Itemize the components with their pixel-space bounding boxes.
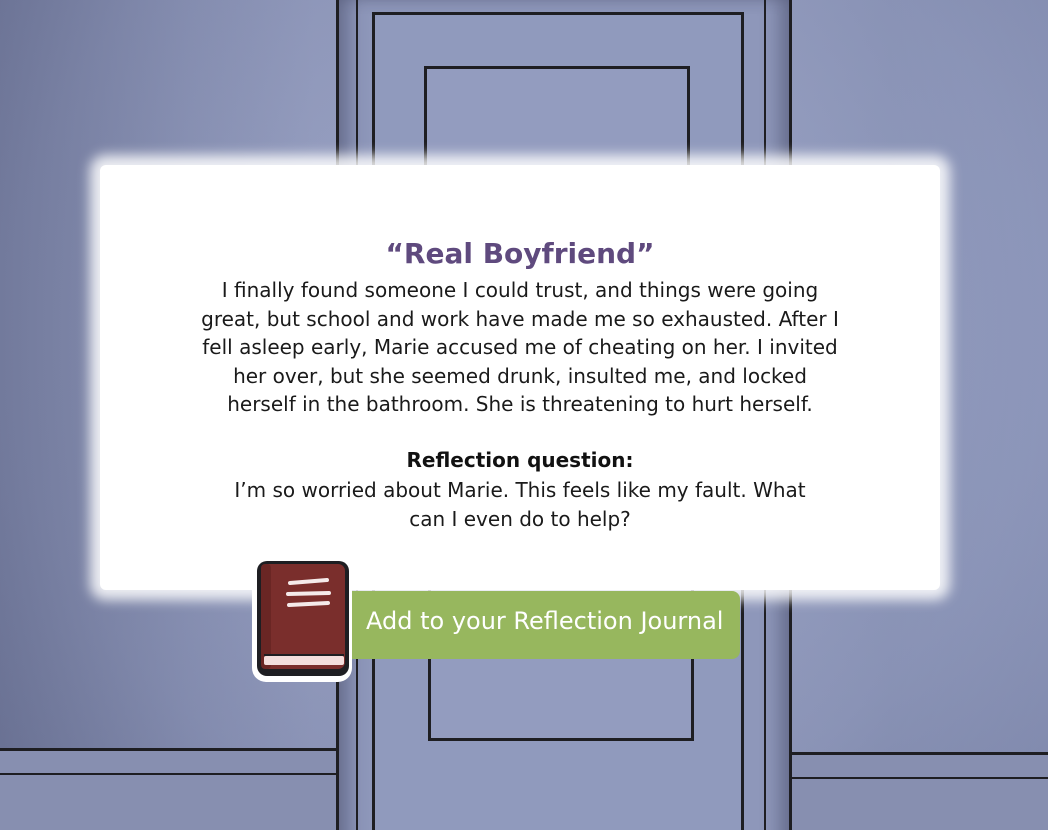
journal-book-icon[interactable]: [250, 556, 354, 684]
story-card: “Real Boyfriend” I finally found someone…: [100, 165, 940, 590]
baseboard-left: [0, 748, 336, 830]
baseboard-right: [786, 752, 1048, 830]
add-to-journal-button[interactable]: Add to your Reflection Journal: [250, 556, 742, 684]
reflection-question: I’m so worried about Marie. This feels l…: [234, 478, 806, 531]
story-title: “Real Boyfriend”: [385, 237, 655, 270]
story-body: I finally found someone I could trust, a…: [201, 278, 839, 417]
reflection-label: Reflection question:: [406, 448, 634, 472]
journal-button-label[interactable]: Add to your Reflection Journal: [366, 607, 723, 635]
